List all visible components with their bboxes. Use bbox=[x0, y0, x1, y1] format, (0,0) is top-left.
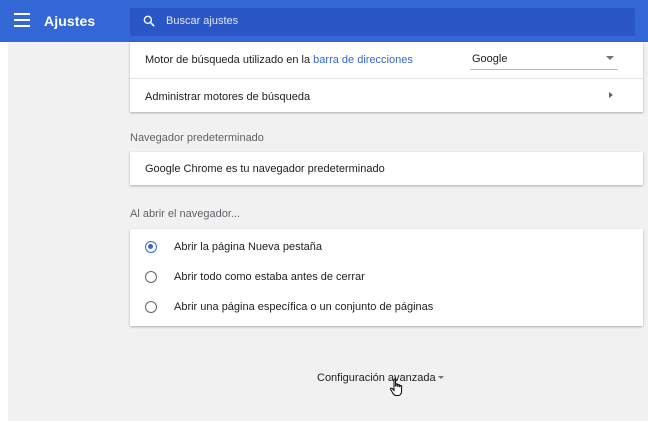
on-startup-card: Abrir la página Nueva pestaña Abrir todo… bbox=[130, 229, 643, 326]
radio-continue[interactable] bbox=[145, 271, 157, 283]
search-engine-selected: Google bbox=[472, 53, 508, 65]
app-title: Ajustes bbox=[44, 13, 96, 29]
search-input[interactable]: Buscar ajustes bbox=[130, 8, 635, 36]
startup-option-new-tab[interactable]: Abrir la página Nueva pestaña bbox=[130, 232, 643, 262]
search-icon bbox=[143, 15, 155, 27]
manage-search-engines-label: Administrar motores de búsqueda bbox=[145, 91, 311, 103]
search-engine-row: Motor de búsqueda utilizado en la barra … bbox=[130, 42, 643, 78]
manage-search-engines-row[interactable]: Administrar motores de búsqueda bbox=[130, 78, 643, 112]
dropdown-arrow-icon bbox=[606, 56, 614, 60]
settings-main: Motor de búsqueda utilizado en la barra … bbox=[8, 42, 648, 421]
radio-specific-pages[interactable] bbox=[145, 301, 157, 313]
default-browser-section-title: Navegador predeterminado bbox=[130, 132, 264, 144]
search-engine-select[interactable]: Google bbox=[470, 47, 618, 70]
top-bar: Ajustes Buscar ajustes bbox=[0, 0, 648, 42]
menu-icon[interactable] bbox=[14, 13, 30, 27]
default-browser-row: Google Chrome es tu navegador predetermi… bbox=[130, 152, 643, 185]
default-browser-card: Google Chrome es tu navegador predetermi… bbox=[130, 152, 643, 185]
startup-option-label: Abrir una página específica o un conjunt… bbox=[174, 301, 434, 313]
hand-cursor-icon bbox=[389, 378, 403, 396]
startup-option-specific-pages[interactable]: Abrir una página específica o un conjunt… bbox=[130, 292, 643, 322]
default-browser-status: Google Chrome es tu navegador predetermi… bbox=[145, 163, 385, 175]
startup-option-label: Abrir todo como estaba antes de cerrar bbox=[174, 271, 365, 283]
startup-option-continue[interactable]: Abrir todo como estaba antes de cerrar bbox=[130, 262, 643, 292]
address-bar-link[interactable]: barra de direcciones bbox=[313, 54, 413, 66]
search-placeholder: Buscar ajustes bbox=[166, 15, 239, 27]
search-engine-card: Motor de búsqueda utilizado en la barra … bbox=[130, 42, 643, 112]
chevron-down-icon bbox=[438, 376, 444, 379]
radio-new-tab[interactable] bbox=[145, 241, 157, 253]
on-startup-section-title: Al abrir el navegador... bbox=[130, 208, 241, 220]
startup-option-label: Abrir la página Nueva pestaña bbox=[174, 241, 322, 253]
chevron-right-icon bbox=[609, 92, 613, 98]
search-engine-label: Motor de búsqueda utilizado en la barra … bbox=[145, 54, 413, 66]
advanced-settings-button[interactable]: Configuración avanzada bbox=[317, 372, 436, 384]
